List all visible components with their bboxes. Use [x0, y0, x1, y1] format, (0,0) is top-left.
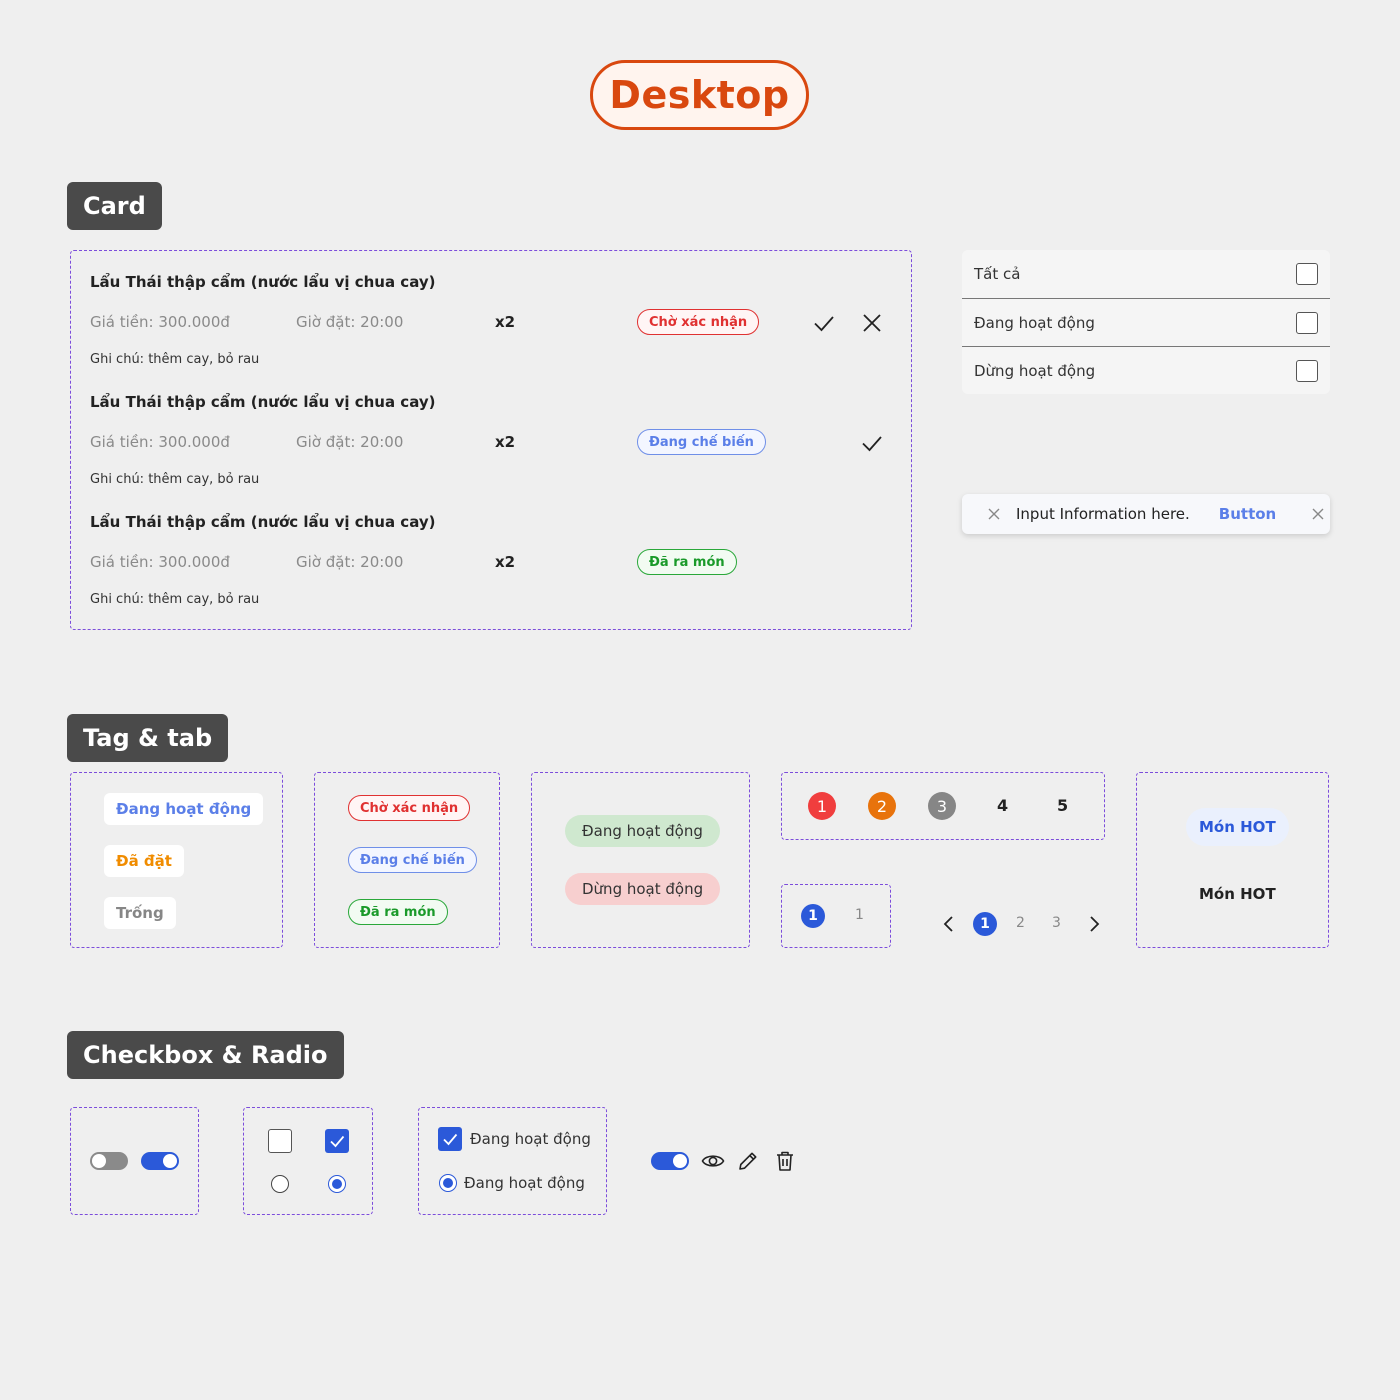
order-qty: x2 [495, 553, 516, 571]
status-badge: Chờ xác nhận [637, 309, 760, 335]
radio-selected[interactable] [439, 1174, 457, 1192]
labelled-controls-group: Đang hoạt động Đang hoạt động [418, 1107, 607, 1215]
status-badge: Chờ xác nhận [348, 795, 471, 821]
filter-option-label: Tất cả [974, 265, 1021, 283]
checkbox-checked[interactable] [325, 1129, 349, 1153]
order-price: Giá tiền: 300.000đ [90, 313, 230, 331]
info-toast: Input Information here. Button [962, 494, 1330, 534]
step-2[interactable]: 2 [868, 792, 896, 820]
filter-option-active[interactable]: Đang hoạt động [962, 298, 1330, 346]
section-label-checkbox-radio: Checkbox & Radio [68, 1032, 343, 1078]
status-badge: Đang chế biến [348, 847, 477, 873]
toggle-switch-on[interactable] [651, 1152, 689, 1170]
step-5[interactable]: 5 [1057, 796, 1068, 815]
status-badge: Đang chế biến [637, 429, 766, 455]
order-price: Giá tiền: 300.000đ [90, 433, 230, 451]
pill-active: Đang hoạt động [565, 815, 720, 847]
page-tab[interactable]: 1 [855, 907, 864, 923]
tag-booked: Đã đặt [104, 845, 184, 877]
step-3[interactable]: 3 [928, 792, 956, 820]
toggle-switch-on[interactable] [141, 1152, 179, 1170]
pill-stopped: Dừng hoạt động [565, 873, 721, 905]
tab-hot[interactable]: Món HOT [1199, 885, 1276, 903]
tag-group-pills: Đang hoạt động Dừng hoạt động [531, 772, 750, 948]
check-icon [443, 1133, 458, 1146]
order-name: Lẩu Thái thập cẩm (nước lẩu vị chua cay) [90, 513, 436, 531]
page-title: Desktop [590, 60, 809, 130]
pencil-icon[interactable] [737, 1150, 759, 1172]
step-indicators: 1 2 3 4 5 [781, 772, 1105, 840]
order-note: Ghi chú: thêm cay, bỏ rau [90, 472, 260, 487]
tag-group-plain: Đang hoạt động Đã đặt Trống [70, 772, 283, 948]
switch-group [70, 1107, 199, 1215]
checkbox-unchecked[interactable] [268, 1129, 292, 1153]
check-icon[interactable] [860, 431, 884, 455]
eye-icon[interactable] [701, 1150, 725, 1172]
checkbox-checked[interactable] [438, 1127, 462, 1151]
order-time: Giờ đặt: 20:00 [296, 433, 404, 451]
order-card-list: Lẩu Thái thập cẩm (nước lẩu vị chua cay)… [70, 250, 912, 630]
close-icon[interactable] [861, 312, 883, 334]
order-time: Giờ đặt: 20:00 [296, 313, 404, 331]
check-icon [330, 1135, 345, 1148]
toast-action-button[interactable]: Button [1219, 505, 1276, 523]
step-1[interactable]: 1 [808, 792, 836, 820]
hot-tab-group: Món HOT Món HOT [1136, 772, 1329, 948]
status-badge: Đã ra món [348, 899, 448, 925]
trash-icon[interactable] [774, 1149, 796, 1173]
filter-option-all[interactable]: Tất cả [962, 250, 1330, 298]
tag-active: Đang hoạt động [104, 793, 264, 825]
pagination-page[interactable]: 3 [1052, 915, 1061, 931]
checkbox-label: Đang hoạt động [470, 1130, 591, 1148]
filter-option-stopped[interactable]: Dừng hoạt động [962, 346, 1330, 394]
filter-checkbox[interactable] [1296, 311, 1318, 334]
order-note: Ghi chú: thêm cay, bỏ rau [90, 592, 260, 607]
check-icon[interactable] [812, 311, 836, 335]
toast-message: Input Information here. [1016, 505, 1190, 523]
chevron-right-icon[interactable] [1085, 914, 1103, 934]
order-price: Giá tiền: 300.000đ [90, 553, 230, 571]
filter-option-label: Dừng hoạt động [974, 361, 1096, 380]
tab-hot-active[interactable]: Món HOT [1186, 808, 1289, 846]
order-name: Lẩu Thái thập cẩm (nước lẩu vị chua cay) [90, 393, 436, 411]
pagination-page-active[interactable]: 1 [973, 912, 997, 936]
pagination-page[interactable]: 2 [1016, 915, 1025, 931]
chevron-left-icon[interactable] [940, 914, 958, 934]
status-badge: Đã ra món [637, 549, 737, 575]
step-4[interactable]: 4 [997, 796, 1008, 815]
tag-group-outlined: Chờ xác nhận Đang chế biến Đã ra món [314, 772, 500, 948]
page-tab-active[interactable]: 1 [801, 904, 825, 928]
order-time: Giờ đặt: 20:00 [296, 553, 404, 571]
tag-empty: Trống [104, 897, 176, 929]
filter-checkbox[interactable] [1296, 263, 1318, 285]
order-name: Lẩu Thái thập cẩm (nước lẩu vị chua cay) [90, 273, 436, 291]
radio-unselected[interactable] [271, 1175, 289, 1193]
radio-label: Đang hoạt động [464, 1174, 585, 1192]
order-qty: x2 [495, 313, 516, 331]
section-label-card: Card [68, 183, 161, 229]
filter-checkbox[interactable] [1296, 359, 1318, 382]
section-label-tag-tab: Tag & tab [68, 715, 228, 761]
close-icon[interactable] [988, 508, 1000, 520]
toggle-switch-off[interactable] [90, 1152, 128, 1170]
status-filter-panel: Tất cả Đang hoạt động Dừng hoạt động [962, 250, 1330, 394]
filter-option-label: Đang hoạt động [974, 313, 1095, 332]
close-icon[interactable] [1312, 508, 1324, 520]
checkbox-radio-group [243, 1107, 373, 1215]
order-qty: x2 [495, 433, 516, 451]
radio-selected[interactable] [328, 1175, 346, 1193]
page-tab-pair: 1 1 [781, 884, 891, 948]
order-note: Ghi chú: thêm cay, bỏ rau [90, 352, 260, 367]
